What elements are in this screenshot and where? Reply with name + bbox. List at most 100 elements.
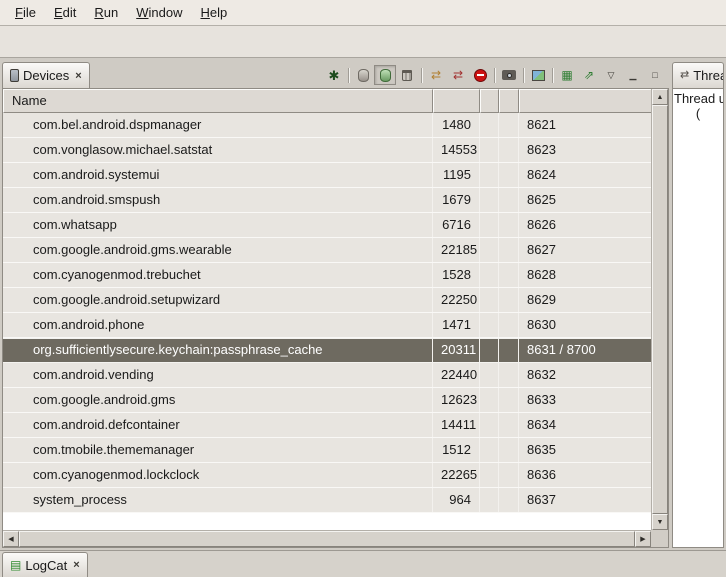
table-row[interactable]: com.google.android.gms.wearable 22185 86… <box>3 238 651 263</box>
process-cell-3 <box>480 413 499 437</box>
dump-hprof-icon[interactable] <box>374 65 396 85</box>
process-name: com.cyanogenmod.trebuchet <box>3 263 433 287</box>
process-cell-3 <box>480 213 499 237</box>
vertical-scrollbar[interactable]: ▲ ▼ <box>651 89 668 530</box>
stop-process-icon[interactable] <box>469 65 491 85</box>
table-row[interactable]: com.google.android.gms 12623 8633 <box>3 388 651 413</box>
opengl-trace-icon[interactable]: ⇗ <box>578 65 600 85</box>
update-threads-icon[interactable]: ⇄ <box>425 65 447 85</box>
process-cell-3 <box>480 363 499 387</box>
process-cell-3 <box>480 313 499 337</box>
camera-lens <box>507 73 512 78</box>
trash-icon <box>402 70 412 81</box>
hprof-cylinder-icon <box>380 69 391 82</box>
process-pid: 14411 <box>433 413 480 437</box>
horizontal-scroll-thumb[interactable] <box>19 531 635 547</box>
table-row[interactable]: com.android.vending 22440 8632 <box>3 363 651 388</box>
update-heap-icon[interactable] <box>352 65 374 85</box>
process-cell-3 <box>480 138 499 162</box>
tab-threads[interactable]: ⇄ Threa <box>672 62 724 88</box>
sysinfo-icon[interactable]: ▦ <box>556 65 578 85</box>
close-icon[interactable]: × <box>73 559 79 571</box>
maximize-glyph: □ <box>652 71 657 80</box>
process-cell-4 <box>499 238 519 262</box>
minimize-icon[interactable]: ▁ <box>622 65 644 85</box>
process-pid: 12623 <box>433 388 480 412</box>
process-pid: 1195 <box>433 163 480 187</box>
scroll-up-icon[interactable]: ▲ <box>652 89 668 105</box>
view-menu-icon[interactable]: ▽ <box>600 65 622 85</box>
process-port: 8630 <box>519 313 651 337</box>
tab-devices[interactable]: Devices × <box>2 62 90 88</box>
table-row[interactable]: org.sufficientlysecure.keychain:passphra… <box>3 338 651 363</box>
process-table-body: com.bel.android.dspmanager 1480 8621 com… <box>3 113 651 513</box>
process-table-viewport: Name com.bel.android.dspmanager 1480 862… <box>3 89 651 530</box>
process-pid: 6716 <box>433 213 480 237</box>
process-pid: 1480 <box>433 113 480 137</box>
process-cell-4 <box>499 263 519 287</box>
process-name: com.tmobile.thememanager <box>3 438 433 462</box>
menu-run[interactable]: Run <box>85 2 127 23</box>
menu-file[interactable]: File <box>6 2 45 23</box>
tab-devices-label: Devices <box>23 68 69 83</box>
sysinfo-glyph: ▦ <box>561 69 572 81</box>
table-row[interactable]: system_process 964 8637 <box>3 488 651 513</box>
column-header-name[interactable]: Name <box>3 89 433 113</box>
stop-method-profiling-icon[interactable]: ⇄ <box>447 65 469 85</box>
close-icon[interactable]: × <box>75 70 81 82</box>
minimize-glyph: ▁ <box>630 71 637 80</box>
process-port: 8633 <box>519 388 651 412</box>
tab-logcat[interactable]: ▤ LogCat × <box>2 552 88 577</box>
horizontal-scrollbar[interactable]: ◀ ▶ <box>3 530 651 547</box>
process-cell-4 <box>499 438 519 462</box>
scroll-left-icon[interactable]: ◀ <box>3 531 19 547</box>
scroll-right-icon[interactable]: ▶ <box>635 531 651 547</box>
threads-panel-header: ⇄ Threa <box>672 60 724 88</box>
table-row[interactable]: com.whatsapp 6716 8626 <box>3 213 651 238</box>
toolbar-separator <box>494 68 495 83</box>
table-row[interactable]: com.android.phone 1471 8630 <box>3 313 651 338</box>
debug-process-icon[interactable]: ✱ <box>323 65 345 85</box>
process-cell-4 <box>499 113 519 137</box>
menu-help[interactable]: Help <box>191 2 236 23</box>
threads-message-line1: Thread up <box>674 91 722 106</box>
table-row[interactable]: com.cyanogenmod.trebuchet 1528 8628 <box>3 263 651 288</box>
devices-toolbar: ✱ ⇄ ⇄ ▦ ⇗ ▽ ▁ <box>323 65 669 88</box>
process-name: com.vonglasow.michael.satstat <box>3 138 433 162</box>
process-name: com.bel.android.dspmanager <box>3 113 433 137</box>
table-row[interactable]: com.bel.android.dspmanager 1480 8621 <box>3 113 651 138</box>
threads-arrows-glyph: ⇄ <box>431 69 441 81</box>
process-port: 8636 <box>519 463 651 487</box>
process-pid: 22185 <box>433 238 480 262</box>
column-header-pid[interactable] <box>433 89 480 113</box>
process-name: com.google.android.setupwizard <box>3 288 433 312</box>
table-row[interactable]: com.cyanogenmod.lockclock 22265 8636 <box>3 463 651 488</box>
process-cell-4 <box>499 339 519 362</box>
scroll-down-icon[interactable]: ▼ <box>652 514 668 530</box>
table-row[interactable]: com.android.systemui 1195 8624 <box>3 163 651 188</box>
menu-window[interactable]: Window <box>127 2 191 23</box>
device-icon <box>10 69 19 82</box>
column-header-3[interactable] <box>480 89 499 113</box>
process-name: system_process <box>3 488 433 512</box>
stop-sign-icon <box>474 69 487 82</box>
menu-edit[interactable]: Edit <box>45 2 85 23</box>
screen-capture-icon[interactable] <box>498 65 520 85</box>
profiling-arrows-glyph: ⇄ <box>453 69 463 81</box>
process-cell-4 <box>499 488 519 512</box>
process-table: Name com.bel.android.dspmanager 1480 862… <box>2 88 669 548</box>
column-header-port[interactable] <box>519 89 651 113</box>
toolbar-separator <box>421 68 422 83</box>
process-pid: 22250 <box>433 288 480 312</box>
vertical-scroll-thumb[interactable] <box>652 105 668 514</box>
maximize-icon[interactable]: □ <box>644 65 666 85</box>
column-header-4[interactable] <box>499 89 519 113</box>
cause-gc-icon[interactable] <box>396 65 418 85</box>
process-port: 8635 <box>519 438 651 462</box>
table-row[interactable]: com.vonglasow.michael.satstat 14553 8623 <box>3 138 651 163</box>
table-row[interactable]: com.google.android.setupwizard 22250 862… <box>3 288 651 313</box>
dump-view-hierarchy-icon[interactable] <box>527 65 549 85</box>
table-row[interactable]: com.android.smspush 1679 8625 <box>3 188 651 213</box>
table-row[interactable]: com.tmobile.thememanager 1512 8635 <box>3 438 651 463</box>
table-row[interactable]: com.android.defcontainer 14411 8634 <box>3 413 651 438</box>
